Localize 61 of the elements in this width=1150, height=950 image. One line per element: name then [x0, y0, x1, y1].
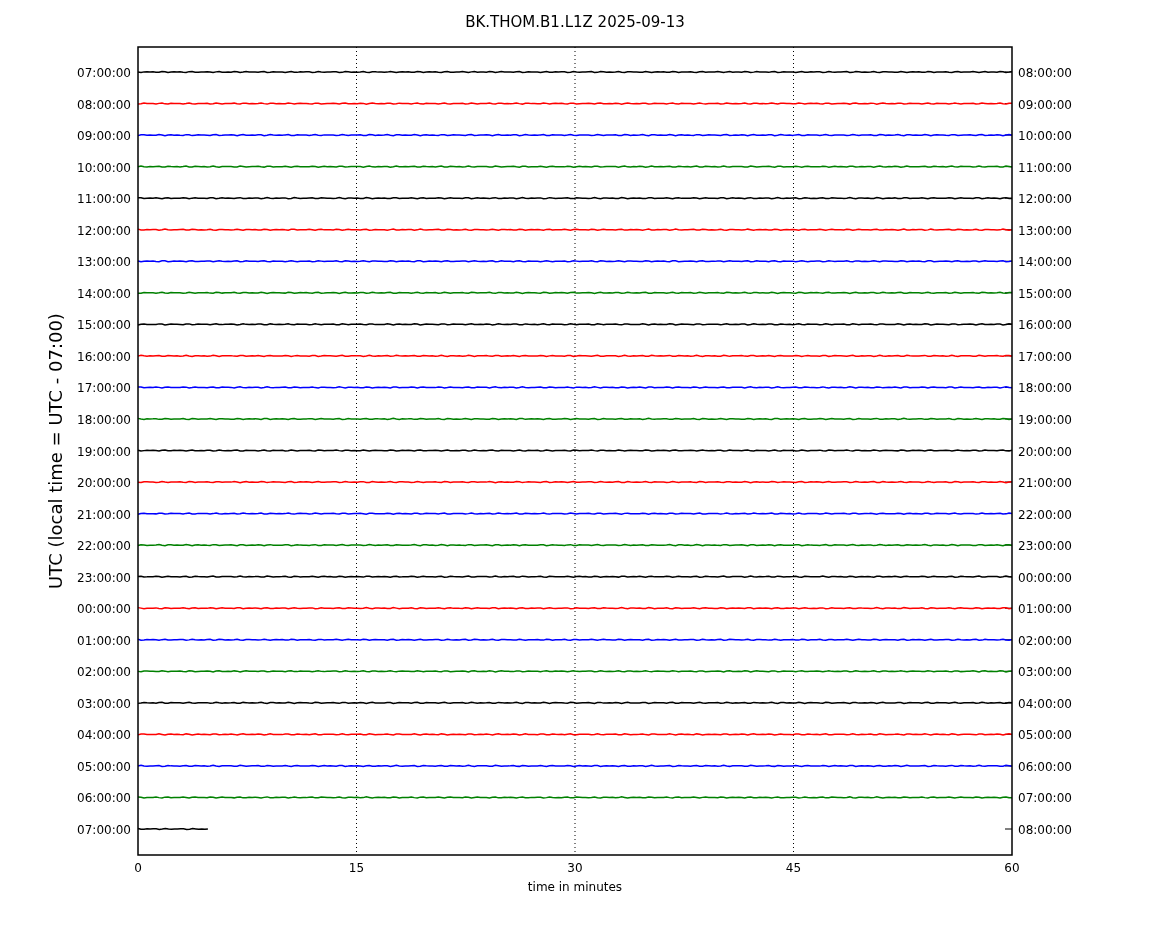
hour-label: 19:00:00	[1018, 412, 1072, 427]
hour-label: 23:00:00	[77, 570, 131, 585]
x-tick-label: 15	[348, 861, 365, 875]
hour-label: 04:00:00	[1018, 696, 1072, 711]
hour-label: 12:00:00	[77, 223, 131, 238]
x-tick-label: 0	[134, 861, 142, 875]
hour-label: 13:00:00	[1018, 223, 1072, 238]
hour-label: 01:00:00	[1018, 602, 1072, 617]
hour-label: 13:00:00	[77, 255, 131, 270]
hour-label: 07:00:00	[77, 823, 131, 837]
hour-label: 08:00:00	[1018, 823, 1072, 837]
hour-label: 14:00:00	[1018, 255, 1072, 270]
hour-label: 06:00:00	[1018, 759, 1072, 774]
hour-label: 18:00:00	[1018, 381, 1072, 396]
x-tick-label: 30	[567, 861, 583, 875]
hour-label: 06:00:00	[77, 791, 131, 806]
hour-label: 18:00:00	[77, 412, 131, 427]
hour-label: 05:00:00	[77, 759, 131, 774]
hour-label: 08:00:00	[77, 97, 131, 112]
hour-label: 03:00:00	[77, 696, 131, 711]
hour-label: 20:00:00	[1018, 444, 1072, 459]
hour-label: 16:00:00	[1018, 318, 1072, 333]
hour-label: 10:00:00	[77, 160, 131, 175]
hour-label: 10:00:00	[1018, 129, 1072, 144]
hour-label: 15:00:00	[1018, 286, 1072, 301]
hour-label: 14:00:00	[77, 286, 131, 301]
x-tick-label: 60	[1004, 861, 1020, 875]
hour-label: 09:00:00	[1018, 97, 1072, 112]
hour-label: 19:00:00	[77, 444, 131, 459]
hour-label: 22:00:00	[1018, 507, 1072, 522]
hour-label: 01:00:00	[77, 633, 131, 648]
hour-label: 02:00:00	[1018, 633, 1072, 648]
hour-label: 03:00:00	[1018, 665, 1072, 680]
hour-label: 17:00:00	[77, 381, 131, 396]
hour-label: 23:00:00	[1018, 539, 1072, 554]
chart-title: BK.THOM.B1.L1Z 2025-09-13	[465, 13, 685, 31]
hour-label: 22:00:00	[77, 539, 131, 554]
hour-label: 07:00:00	[77, 66, 131, 80]
x-tick-label: 45	[785, 861, 802, 875]
hour-label: 00:00:00	[1018, 570, 1072, 585]
hour-label: 04:00:00	[77, 728, 131, 743]
hour-label: 21:00:00	[1018, 476, 1072, 491]
hour-label: 21:00:00	[77, 507, 131, 522]
hour-label: 08:00:00	[1018, 66, 1072, 80]
hour-label: 16:00:00	[77, 349, 131, 364]
hour-label: 17:00:00	[1018, 349, 1072, 364]
hour-label: 20:00:00	[77, 476, 131, 491]
right-tick-mark	[1004, 355, 1013, 357]
hour-label: 00:00:00	[77, 602, 131, 617]
hour-label: 11:00:00	[77, 192, 131, 207]
hour-label: 05:00:00	[1018, 728, 1072, 743]
hour-label: 12:00:00	[1018, 192, 1072, 207]
hour-label: 02:00:00	[77, 665, 131, 680]
hour-label: 07:00:00	[1018, 791, 1072, 806]
hour-label: 09:00:00	[77, 129, 131, 144]
right-tick-mark	[1004, 828, 1013, 830]
hour-label: 11:00:00	[1018, 160, 1072, 175]
y-axis-label: UTC (local time = UTC - 07:00)	[45, 313, 66, 589]
hour-label: 15:00:00	[77, 318, 131, 333]
x-axis-label: time in minutes	[527, 880, 623, 894]
right-tick-mark	[1004, 418, 1013, 420]
